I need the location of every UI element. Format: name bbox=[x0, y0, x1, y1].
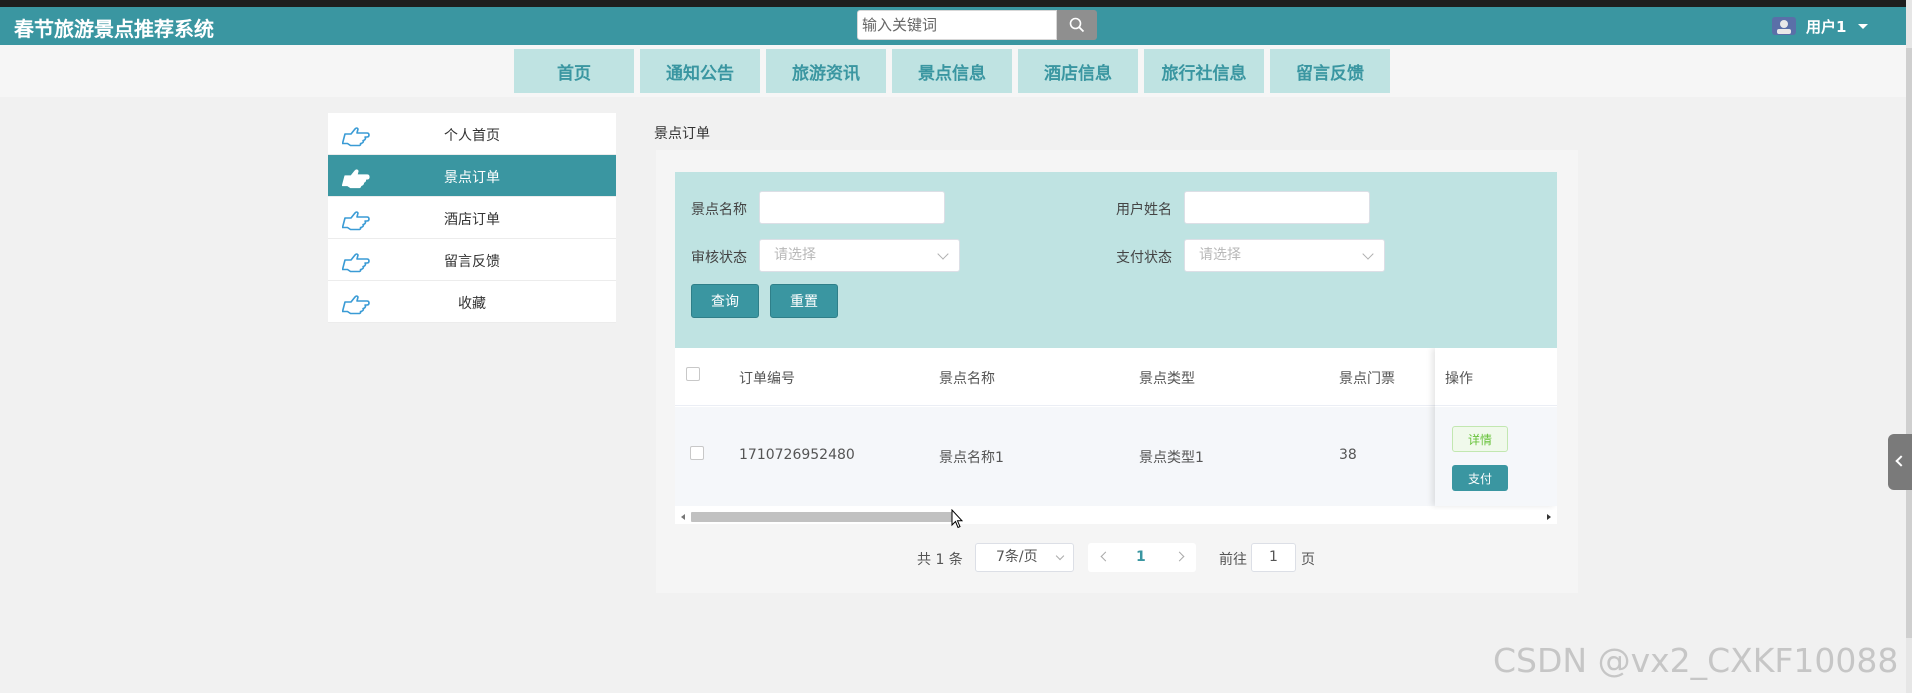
sidebar-item-label: 景点订单 bbox=[444, 170, 500, 186]
sidebar-item-label: 留言反馈 bbox=[444, 254, 500, 270]
pay-status-placeholder: 请选择 bbox=[1199, 247, 1241, 263]
nav-item-notices[interactable]: 通知公告 bbox=[640, 49, 760, 93]
col-spot-type: 景点类型 bbox=[1139, 371, 1195, 387]
scrollbar-thumb[interactable] bbox=[691, 512, 953, 522]
page-scrollbar[interactable] bbox=[1906, 0, 1912, 693]
table-horizontal-scrollbar[interactable] bbox=[675, 510, 1557, 524]
table-row: 1710726952480 景点名称1 景点类型1 38 bbox=[675, 407, 1557, 506]
query-button[interactable]: 查询 bbox=[691, 284, 759, 318]
sidebar: 个人首页 景点订单 酒店订单 留言反馈 收藏 bbox=[328, 113, 616, 323]
pager: 1 bbox=[1088, 543, 1196, 572]
nav-item-travel-news[interactable]: 旅游资讯 bbox=[766, 49, 886, 93]
cell-spot-type: 景点类型1 bbox=[1139, 450, 1204, 466]
reset-button[interactable]: 重置 bbox=[770, 284, 838, 318]
pay-status-select[interactable]: 请选择 bbox=[1184, 239, 1385, 272]
search-button[interactable] bbox=[1057, 10, 1097, 40]
orders-table: 订单编号 景点名称 景点类型 景点门票 1710726952480 景点名称1 … bbox=[675, 348, 1557, 510]
sidebar-item-spot-orders[interactable]: 景点订单 bbox=[328, 155, 616, 197]
pagination-total: 共 1 条 bbox=[917, 552, 963, 568]
spot-name-input[interactable] bbox=[759, 191, 945, 224]
user-name: 用户1 bbox=[1806, 17, 1847, 36]
chevron-left-icon bbox=[1895, 455, 1907, 467]
pay-status-label: 支付状态 bbox=[1116, 250, 1172, 266]
sidebar-item-label: 个人首页 bbox=[444, 128, 500, 144]
actions-cell: 详情 支付 bbox=[1435, 407, 1557, 506]
cell-ticket: 38 bbox=[1339, 447, 1357, 463]
sidebar-item-home[interactable]: 个人首页 bbox=[328, 113, 616, 155]
sidebar-item-feedback[interactable]: 留言反馈 bbox=[328, 239, 616, 281]
mouse-cursor-icon bbox=[951, 509, 963, 529]
scroll-left-arrow-icon[interactable] bbox=[681, 514, 685, 520]
nav-item-hotels[interactable]: 酒店信息 bbox=[1018, 49, 1138, 93]
caret-down-icon bbox=[1858, 23, 1869, 29]
goto-page-input[interactable]: 1 bbox=[1251, 543, 1296, 572]
search-box[interactable] bbox=[857, 10, 1057, 40]
row-checkbox[interactable] bbox=[690, 446, 704, 460]
page-size-select[interactable]: 7条/页 bbox=[975, 543, 1074, 572]
review-status-label: 审核状态 bbox=[691, 250, 747, 266]
actions-column: 操作 详情 支付 bbox=[1435, 348, 1557, 506]
detail-button[interactable]: 详情 bbox=[1452, 426, 1508, 452]
app-title: 春节旅游景点推荐系统 bbox=[14, 17, 214, 41]
sidebar-item-label: 收藏 bbox=[458, 296, 486, 312]
nav-item-agencies[interactable]: 旅行社信息 bbox=[1144, 49, 1264, 93]
table-header: 订单编号 景点名称 景点类型 景点门票 bbox=[675, 348, 1557, 406]
user-menu[interactable]: 用户1 bbox=[1770, 12, 1869, 40]
spot-name-label: 景点名称 bbox=[691, 202, 747, 218]
main-nav: 首页 通知公告 旅游资讯 景点信息 酒店信息 旅行社信息 留言反馈 bbox=[0, 45, 1906, 97]
col-actions: 操作 bbox=[1445, 371, 1473, 387]
watermark: CSDN @vx2_CXKF10088 bbox=[1493, 641, 1899, 680]
sidebar-item-hotel-orders[interactable]: 酒店订单 bbox=[328, 197, 616, 239]
search-input[interactable] bbox=[858, 11, 1056, 39]
page-number-current[interactable]: 1 bbox=[1136, 549, 1146, 565]
scroll-right-arrow-icon[interactable] bbox=[1547, 514, 1551, 520]
app-header: 春节旅游景点推荐系统 用户1 bbox=[0, 7, 1906, 45]
page-size-value: 7条/页 bbox=[996, 549, 1038, 565]
nav-item-spots[interactable]: 景点信息 bbox=[892, 49, 1012, 93]
filter-form: 景点名称 用户姓名 审核状态 请选择 支付状态 请选择 查询 重置 bbox=[675, 172, 1557, 348]
cell-order-no: 1710726952480 bbox=[739, 447, 855, 463]
chevron-down-icon bbox=[1362, 248, 1374, 260]
col-ticket: 景点门票 bbox=[1339, 371, 1395, 387]
sidebar-item-favorites[interactable]: 收藏 bbox=[328, 281, 616, 323]
sidebar-item-label: 酒店订单 bbox=[444, 212, 500, 228]
breadcrumb: 景点订单 bbox=[654, 126, 710, 142]
select-all-checkbox[interactable] bbox=[686, 367, 700, 381]
user-name-input[interactable] bbox=[1184, 191, 1370, 224]
chevron-down-icon bbox=[1055, 551, 1065, 561]
nav-item-feedback[interactable]: 留言反馈 bbox=[1270, 49, 1390, 93]
nav-item-home[interactable]: 首页 bbox=[514, 49, 634, 93]
avatar-icon bbox=[1772, 17, 1796, 35]
user-name-label: 用户姓名 bbox=[1116, 202, 1172, 218]
review-status-select[interactable]: 请选择 bbox=[759, 239, 960, 272]
actions-header: 操作 bbox=[1435, 348, 1557, 406]
goto-suffix: 页 bbox=[1301, 552, 1315, 568]
review-status-placeholder: 请选择 bbox=[774, 247, 816, 263]
cell-spot-name: 景点名称1 bbox=[939, 450, 1004, 466]
chevron-down-icon bbox=[937, 248, 949, 260]
browser-top-strip bbox=[0, 0, 1912, 7]
pay-button[interactable]: 支付 bbox=[1452, 465, 1508, 491]
next-page-icon[interactable] bbox=[1174, 551, 1185, 562]
goto-prefix: 前往 bbox=[1219, 552, 1247, 568]
col-order-no: 订单编号 bbox=[739, 371, 795, 387]
prev-page-icon[interactable] bbox=[1100, 551, 1111, 562]
search-icon bbox=[1069, 17, 1085, 33]
col-spot-name: 景点名称 bbox=[939, 371, 995, 387]
side-drawer-toggle[interactable] bbox=[1888, 434, 1912, 490]
page-scrollbar-thumb[interactable] bbox=[1906, 48, 1912, 638]
